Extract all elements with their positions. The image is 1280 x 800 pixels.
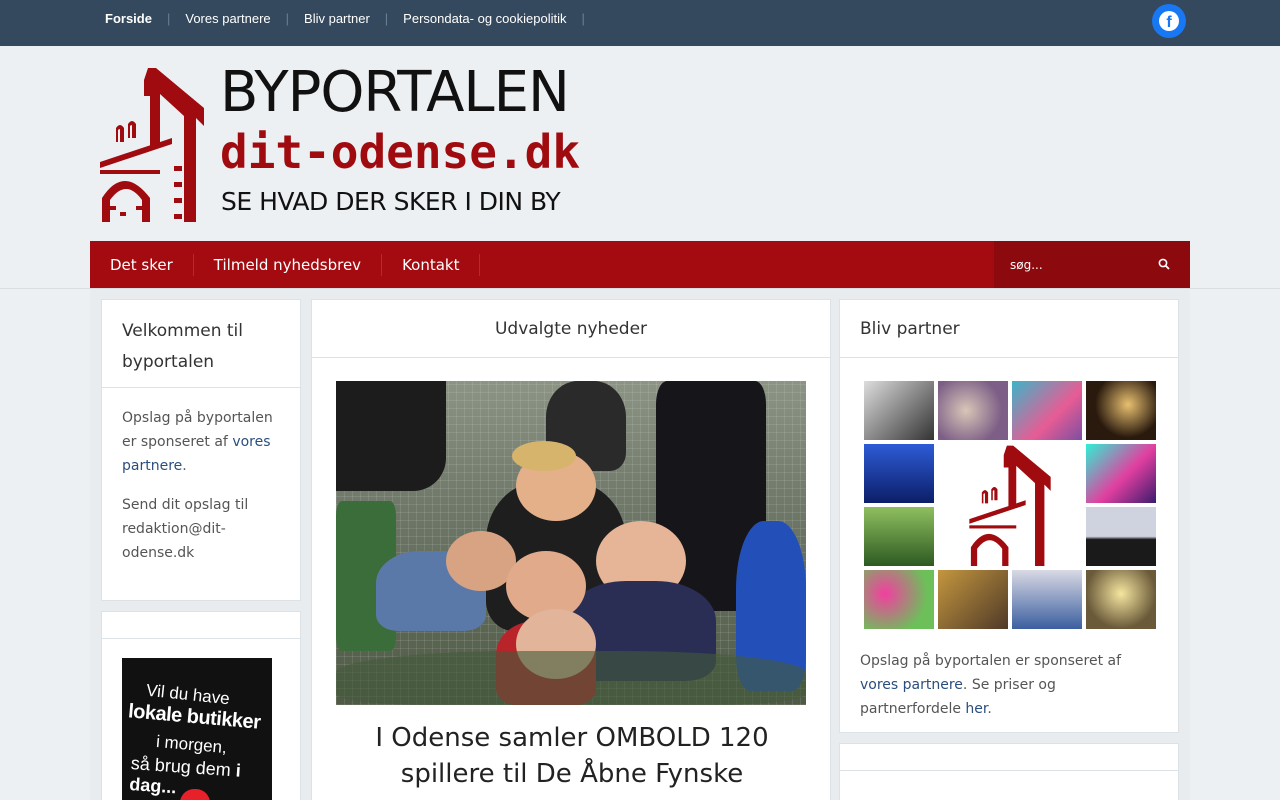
- logo-domain: dit-odense.dk: [220, 125, 581, 179]
- her-link[interactable]: her: [965, 701, 987, 717]
- main-navigation: Det sker Tilmeld nyhedsbrev Kontakt: [90, 241, 1190, 288]
- top-bar: Forside | Vores partnere | Bliv partner …: [0, 0, 1280, 46]
- widget-title: Bliv partner: [840, 300, 1178, 358]
- article-image[interactable]: [336, 381, 806, 705]
- topnav-forside[interactable]: Forside: [90, 11, 167, 26]
- church-logo-icon: [100, 68, 204, 222]
- promo-line: i morgen,: [155, 731, 228, 758]
- sidebar-widget: [839, 743, 1179, 800]
- facebook-glyph: f: [1159, 11, 1179, 31]
- partner-collage-image[interactable]: [864, 381, 1156, 633]
- promo-image[interactable]: Vil du have lokale butikker i morgen, så…: [122, 658, 272, 800]
- article-title[interactable]: I Odense samler OMBOLD 120 spillere til …: [332, 720, 812, 792]
- search-input[interactable]: [1010, 257, 1160, 272]
- nav-det-sker[interactable]: Det sker: [90, 253, 194, 276]
- nav-tilmeld-nyhedsbrev[interactable]: Tilmeld nyhedsbrev: [194, 253, 383, 276]
- search-box: [994, 241, 1190, 288]
- search-icon[interactable]: [1158, 258, 1170, 270]
- logo-title: BYPORTALEN: [220, 60, 570, 125]
- topnav-persondata[interactable]: Persondata- og cookiepolitik: [388, 11, 581, 26]
- topnav-vores-partnere[interactable]: Vores partnere: [170, 11, 285, 26]
- widget-contact-text: Send dit opslag til redaktion@dit-odense…: [122, 497, 249, 561]
- widget-title: [102, 612, 300, 639]
- featured-news: Udvalgte nyheder I Odense samler OMBOLD …: [311, 299, 831, 800]
- widget-title: [840, 744, 1178, 771]
- facebook-icon[interactable]: f: [1152, 4, 1186, 38]
- separator: |: [581, 10, 585, 26]
- logo-tagline: SE HVAD DER SKER I DIN BY: [221, 187, 561, 216]
- partner-text: Opslag på byportalen er sponseret af vor…: [860, 653, 1122, 717]
- site-logo[interactable]: BYPORTALEN dit-odense.dk SE HVAD DER SKE…: [100, 60, 600, 222]
- nav-kontakt[interactable]: Kontakt: [382, 253, 481, 276]
- widget-title: Velkommen til byportalen: [102, 300, 300, 388]
- promo-widget: Vil du have lokale butikker i morgen, så…: [101, 611, 301, 800]
- church-logo-icon: [938, 444, 1082, 566]
- section-title: Udvalgte nyheder: [312, 300, 830, 358]
- widget-text: Opslag på byportalen er sponseret af vor…: [122, 410, 273, 474]
- top-navigation: Forside | Vores partnere | Bliv partner …: [90, 0, 585, 36]
- vores-partnere-link[interactable]: vores partnere: [860, 677, 963, 693]
- promo-line: lokale butikker: [127, 700, 262, 734]
- welcome-widget: Velkommen til byportalen Opslag på bypor…: [101, 299, 301, 601]
- partner-widget: Bliv partner Opslag på byportalen er spo…: [839, 299, 1179, 733]
- topnav-bliv-partner[interactable]: Bliv partner: [289, 11, 385, 26]
